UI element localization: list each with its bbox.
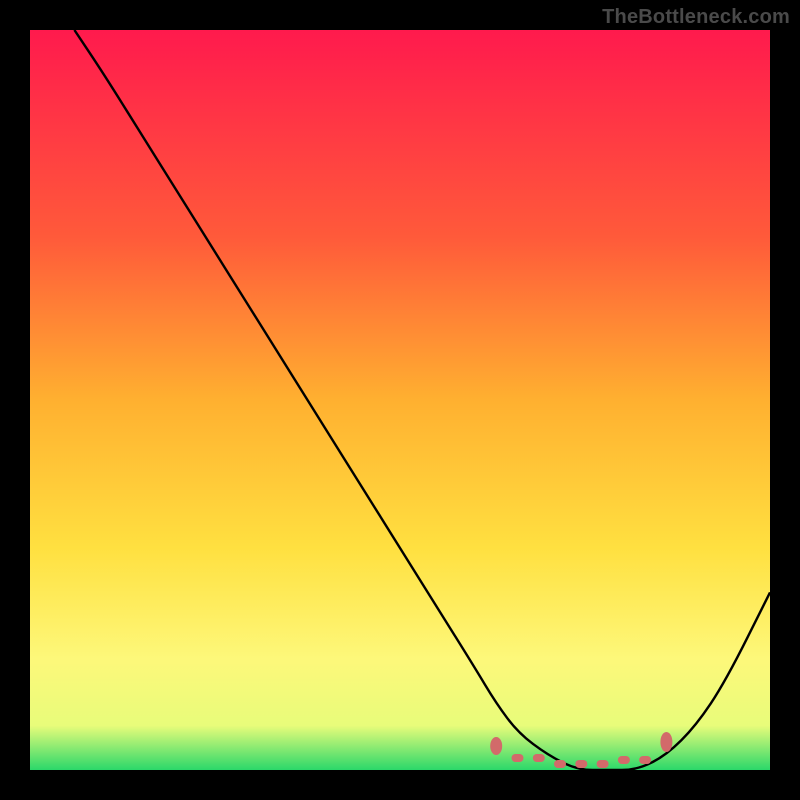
watermark-text: TheBottleneck.com bbox=[602, 6, 790, 29]
chart-svg bbox=[30, 30, 770, 770]
plot-area bbox=[30, 30, 770, 770]
chart-frame: TheBottleneck.com bbox=[0, 0, 800, 800]
gradient-background bbox=[30, 30, 770, 770]
